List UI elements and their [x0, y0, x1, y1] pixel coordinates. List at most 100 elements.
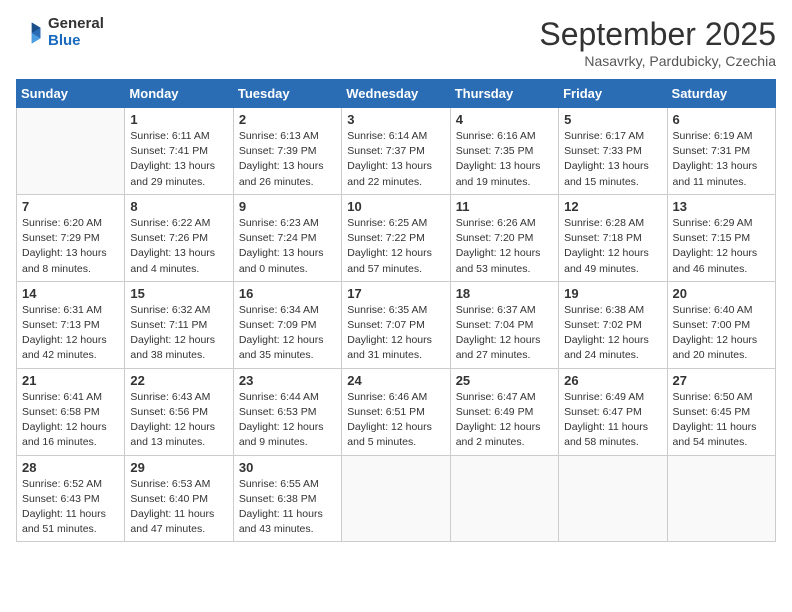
- logo-icon: [16, 19, 44, 47]
- table-row: 14Sunrise: 6:31 AM Sunset: 7:13 PM Dayli…: [17, 281, 125, 368]
- day-number: 20: [673, 286, 770, 301]
- table-row: 19 Sunrise: 6:38 AM Sunset: 7:02 PM Dayli…: [559, 281, 667, 368]
- month-title: September 2025: [539, 16, 776, 53]
- day-number: 28: [22, 460, 119, 475]
- table-row: 10 Sunrise: 6:25 AM Sunset: 7:22 PM Dayli…: [342, 194, 450, 281]
- table-row: 9Sunrise: 6:23 AM Sunset: 7:24 PM Daylig…: [233, 194, 341, 281]
- day-info: Sunrise: 6:16 AM Sunset: 7:35 PM Dayligh…: [456, 129, 553, 190]
- table-row: 8 Sunrise: 6:22 AM Sunset: 7:26 PM Daylig…: [125, 194, 233, 281]
- calendar-week-row: 21 Sunrise: 6:41 AM Sunset: 6:58 PM Dayli…: [17, 368, 776, 455]
- table-row: 7 Sunrise: 6:20 AM Sunset: 7:29 PM Daylig…: [17, 194, 125, 281]
- day-number: 11: [456, 199, 553, 214]
- table-row: 3 Sunrise: 6:14 AM Sunset: 7:37 PM Daylig…: [342, 108, 450, 195]
- table-row: [450, 455, 558, 542]
- day-info: Sunrise: 6:44 AM Sunset: 6:53 PM Dayligh…: [239, 390, 336, 451]
- header-friday: Friday: [559, 80, 667, 108]
- day-number: 17: [347, 286, 444, 301]
- day-info: Sunrise: 6:17 AM Sunset: 7:33 PM Dayligh…: [564, 129, 661, 190]
- table-row: 24 Sunrise: 6:46 AM Sunset: 6:51 PM Dayli…: [342, 368, 450, 455]
- day-number: 18: [456, 286, 553, 301]
- calendar-header-row: Sunday Monday Tuesday Wednesday Thursday…: [17, 80, 776, 108]
- header-wednesday: Wednesday: [342, 80, 450, 108]
- day-info: Sunrise: 6:50 AM Sunset: 6:45 PM Dayligh…: [673, 390, 770, 451]
- day-info: Sunrise: 6:35 AM Sunset: 7:07 PM Dayligh…: [347, 303, 444, 364]
- day-info: Sunrise: 6:38 AM Sunset: 7:02 PM Dayligh…: [564, 303, 661, 364]
- day-info: Sunrise: 6:40 AM Sunset: 7:00 PM Dayligh…: [673, 303, 770, 364]
- table-row: 13 Sunrise: 6:29 AM Sunset: 7:15 PM Dayli…: [667, 194, 775, 281]
- day-info: Sunrise: 6:20 AM Sunset: 7:29 PM Dayligh…: [22, 216, 119, 277]
- day-info: Sunrise: 6:47 AM Sunset: 6:49 PM Dayligh…: [456, 390, 553, 451]
- day-info: Sunrise: 6:55 AM Sunset: 6:38 PM Dayligh…: [239, 477, 336, 538]
- day-info: Sunrise: 6:49 AM Sunset: 6:47 PM Dayligh…: [564, 390, 661, 451]
- title-block: September 2025 Nasavrky, Pardubicky, Cze…: [539, 16, 776, 69]
- calendar-week-row: 7 Sunrise: 6:20 AM Sunset: 7:29 PM Daylig…: [17, 194, 776, 281]
- table-row: 6 Sunrise: 6:19 AM Sunset: 7:31 PM Daylig…: [667, 108, 775, 195]
- day-number: 12: [564, 199, 661, 214]
- day-info: Sunrise: 6:31 AM Sunset: 7:13 PM Dayligh…: [22, 303, 119, 364]
- table-row: 25 Sunrise: 6:47 AM Sunset: 6:49 PM Dayli…: [450, 368, 558, 455]
- day-info: Sunrise: 6:53 AM Sunset: 6:40 PM Dayligh…: [130, 477, 227, 538]
- table-row: 11Sunrise: 6:26 AM Sunset: 7:20 PM Dayli…: [450, 194, 558, 281]
- day-info: Sunrise: 6:22 AM Sunset: 7:26 PM Dayligh…: [130, 216, 227, 277]
- header-monday: Monday: [125, 80, 233, 108]
- day-number: 3: [347, 112, 444, 127]
- header-tuesday: Tuesday: [233, 80, 341, 108]
- table-row: 28 Sunrise: 6:52 AM Sunset: 6:43 PM Dayli…: [17, 455, 125, 542]
- table-row: 17 Sunrise: 6:35 AM Sunset: 7:07 PM Dayli…: [342, 281, 450, 368]
- day-number: 19: [564, 286, 661, 301]
- day-number: 16: [239, 286, 336, 301]
- day-number: 10: [347, 199, 444, 214]
- table-row: 26 Sunrise: 6:49 AM Sunset: 6:47 PM Dayli…: [559, 368, 667, 455]
- day-number: 22: [130, 373, 227, 388]
- day-number: 4: [456, 112, 553, 127]
- calendar-week-row: 14Sunrise: 6:31 AM Sunset: 7:13 PM Dayli…: [17, 281, 776, 368]
- calendar-week-row: 28 Sunrise: 6:52 AM Sunset: 6:43 PM Dayli…: [17, 455, 776, 542]
- day-number: 8: [130, 199, 227, 214]
- day-number: 24: [347, 373, 444, 388]
- day-number: 7: [22, 199, 119, 214]
- table-row: [342, 455, 450, 542]
- day-number: 1: [130, 112, 227, 127]
- logo: General Blue: [16, 16, 104, 49]
- day-number: 26: [564, 373, 661, 388]
- day-info: Sunrise: 6:14 AM Sunset: 7:37 PM Dayligh…: [347, 129, 444, 190]
- day-info: Sunrise: 6:29 AM Sunset: 7:15 PM Dayligh…: [673, 216, 770, 277]
- table-row: 21 Sunrise: 6:41 AM Sunset: 6:58 PM Dayli…: [17, 368, 125, 455]
- day-number: 6: [673, 112, 770, 127]
- table-row: 5Sunrise: 6:17 AM Sunset: 7:33 PM Daylig…: [559, 108, 667, 195]
- day-number: 2: [239, 112, 336, 127]
- day-info: Sunrise: 6:46 AM Sunset: 6:51 PM Dayligh…: [347, 390, 444, 451]
- day-info: Sunrise: 6:13 AM Sunset: 7:39 PM Dayligh…: [239, 129, 336, 190]
- day-info: Sunrise: 6:32 AM Sunset: 7:11 PM Dayligh…: [130, 303, 227, 364]
- location-subtitle: Nasavrky, Pardubicky, Czechia: [539, 53, 776, 69]
- calendar-week-row: 1 Sunrise: 6:11 AM Sunset: 7:41 PM Daylig…: [17, 108, 776, 195]
- table-row: 20 Sunrise: 6:40 AM Sunset: 7:00 PM Dayli…: [667, 281, 775, 368]
- day-number: 25: [456, 373, 553, 388]
- logo-blue-text: Blue: [48, 33, 104, 50]
- day-info: Sunrise: 6:52 AM Sunset: 6:43 PM Dayligh…: [22, 477, 119, 538]
- day-info: Sunrise: 6:19 AM Sunset: 7:31 PM Dayligh…: [673, 129, 770, 190]
- table-row: [667, 455, 775, 542]
- table-row: 23Sunrise: 6:44 AM Sunset: 6:53 PM Dayli…: [233, 368, 341, 455]
- table-row: 2 Sunrise: 6:13 AM Sunset: 7:39 PM Daylig…: [233, 108, 341, 195]
- day-number: 21: [22, 373, 119, 388]
- day-number: 30: [239, 460, 336, 475]
- table-row: 30 Sunrise: 6:55 AM Sunset: 6:38 PM Dayli…: [233, 455, 341, 542]
- day-info: Sunrise: 6:28 AM Sunset: 7:18 PM Dayligh…: [564, 216, 661, 277]
- day-info: Sunrise: 6:25 AM Sunset: 7:22 PM Dayligh…: [347, 216, 444, 277]
- table-row: [559, 455, 667, 542]
- day-number: 15: [130, 286, 227, 301]
- table-row: [17, 108, 125, 195]
- day-number: 13: [673, 199, 770, 214]
- table-row: 12 Sunrise: 6:28 AM Sunset: 7:18 PM Dayli…: [559, 194, 667, 281]
- table-row: 4 Sunrise: 6:16 AM Sunset: 7:35 PM Daylig…: [450, 108, 558, 195]
- logo-general-text: General: [48, 16, 104, 33]
- day-number: 27: [673, 373, 770, 388]
- table-row: 29Sunrise: 6:53 AM Sunset: 6:40 PM Dayli…: [125, 455, 233, 542]
- header-thursday: Thursday: [450, 80, 558, 108]
- day-info: Sunrise: 6:11 AM Sunset: 7:41 PM Dayligh…: [130, 129, 227, 190]
- table-row: 18Sunrise: 6:37 AM Sunset: 7:04 PM Dayli…: [450, 281, 558, 368]
- day-info: Sunrise: 6:41 AM Sunset: 6:58 PM Dayligh…: [22, 390, 119, 451]
- header-saturday: Saturday: [667, 80, 775, 108]
- table-row: 22Sunrise: 6:43 AM Sunset: 6:56 PM Dayli…: [125, 368, 233, 455]
